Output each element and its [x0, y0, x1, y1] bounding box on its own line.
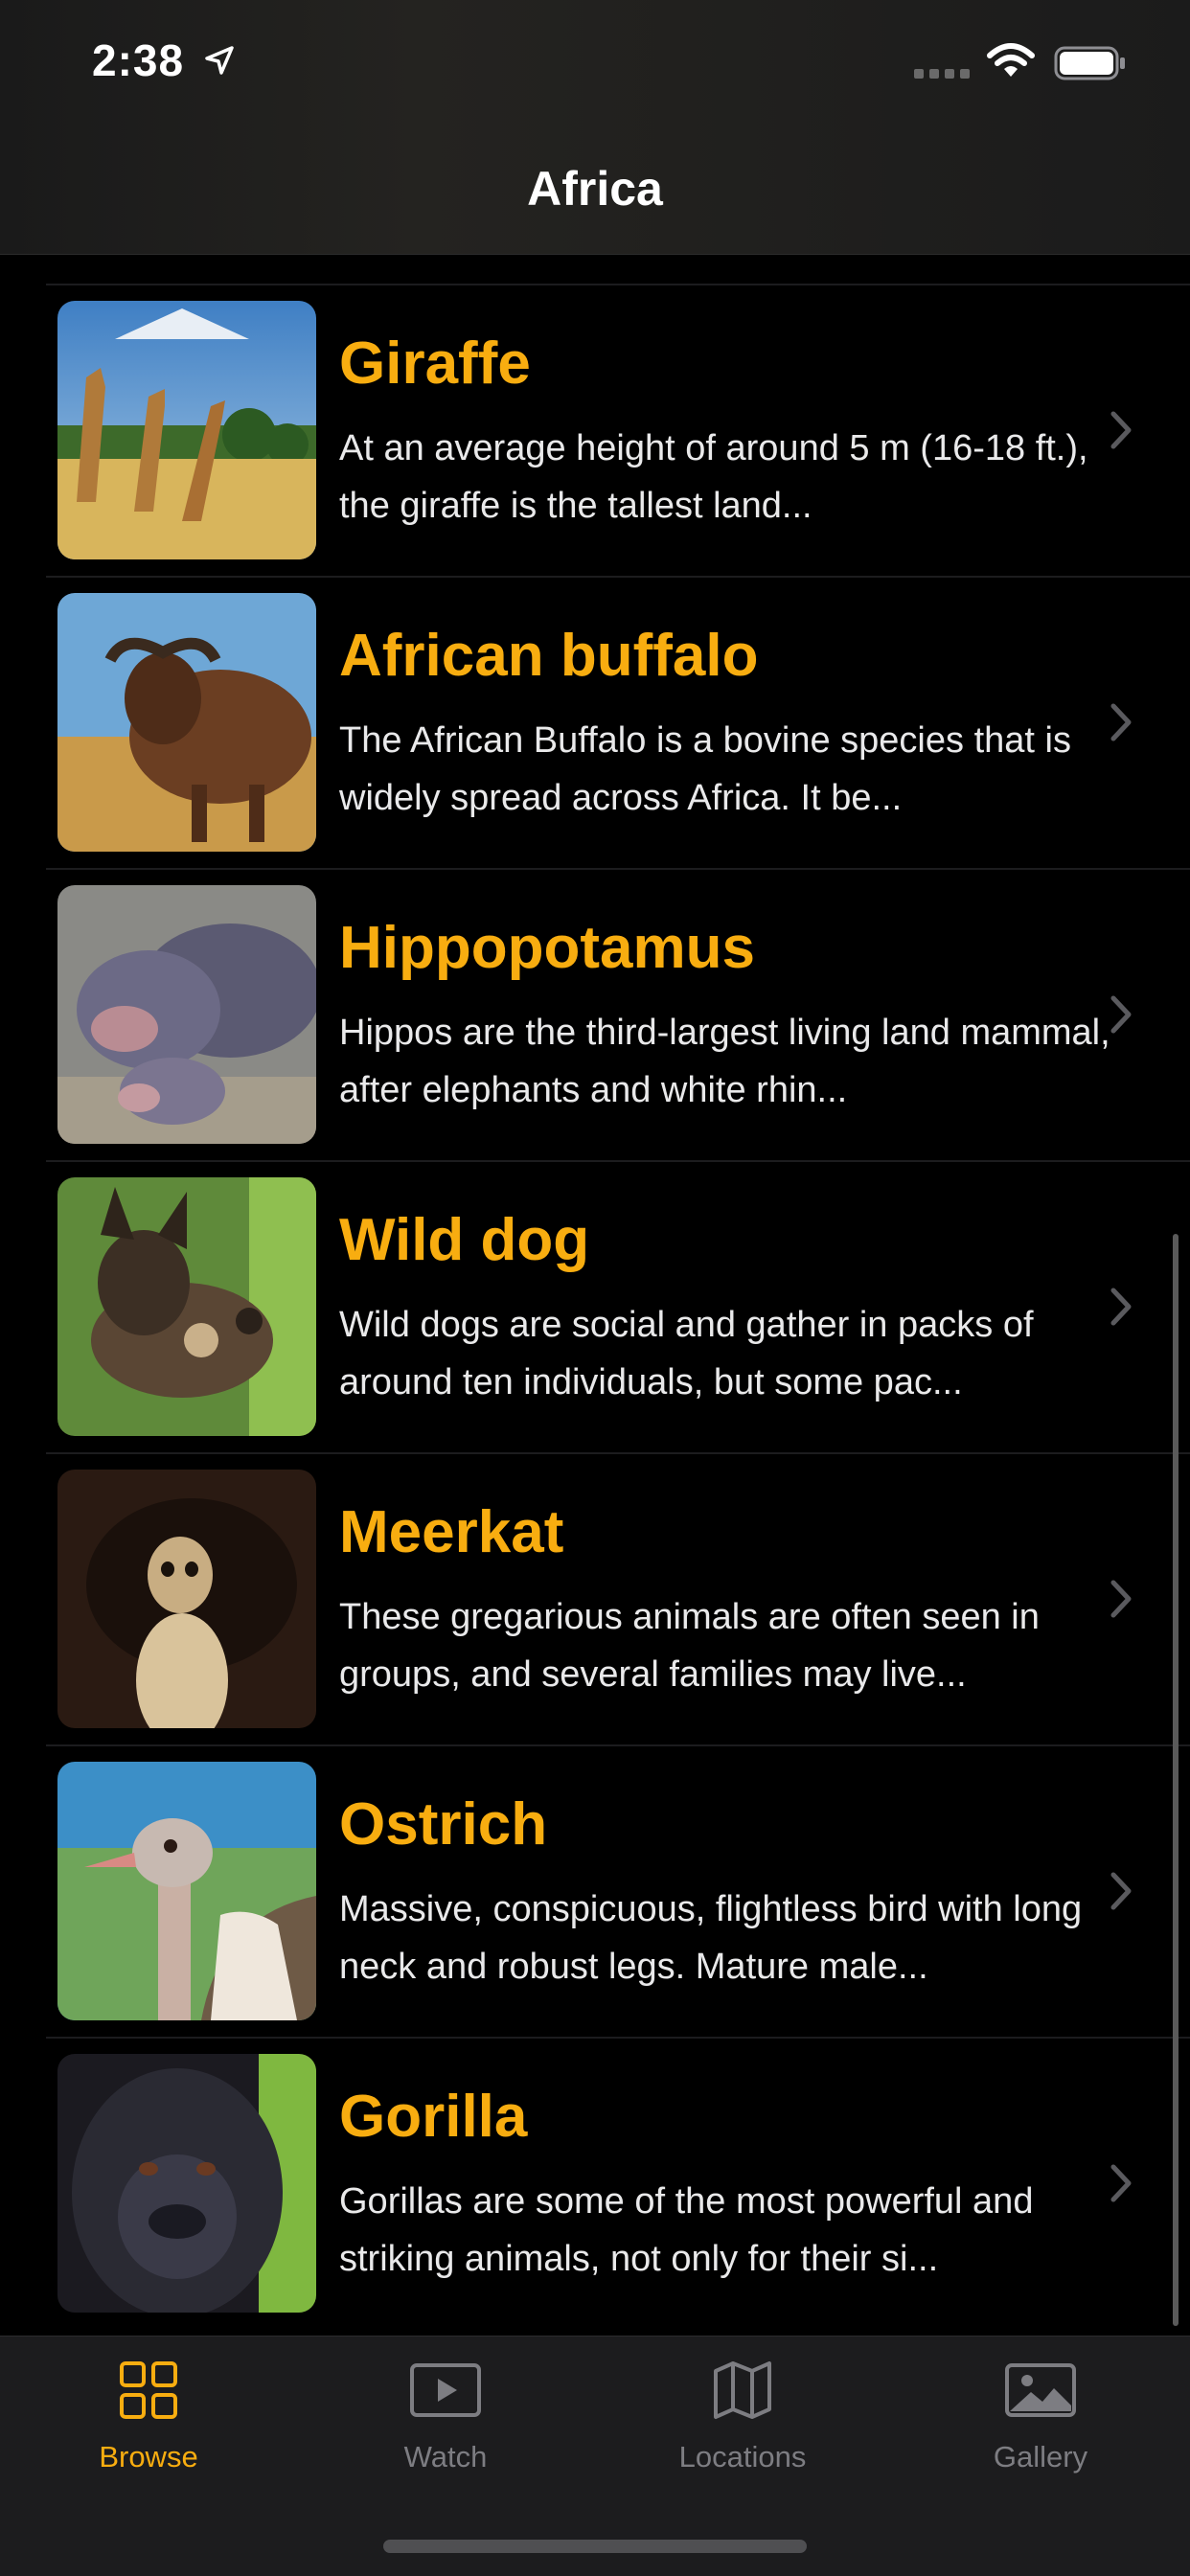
list-item[interactable]: Ostrich Massive, conspicuous, flightless… [46, 1744, 1190, 2039]
gorilla-photo [57, 2054, 316, 2313]
list-item[interactable]: Gorilla Gorillas are some of the most po… [46, 2037, 1190, 2331]
tab-label: Watch [403, 2440, 488, 2473]
tab-label: Browse [99, 2440, 198, 2473]
chevron-right-icon [1110, 995, 1132, 1034]
ostrich-photo [57, 1762, 316, 2020]
list-item[interactable]: Giraffe At an average height of around 5… [46, 284, 1190, 578]
status-bar: 2:38 [0, 0, 1190, 134]
animal-description: Massive, conspicuous, flightless bird wi… [339, 1889, 1083, 1987]
wild-dog-photo [57, 1177, 316, 1436]
play-icon [410, 2363, 481, 2417]
animal-name: Gorilla [339, 2084, 528, 2150]
tab-label: Locations [678, 2440, 807, 2473]
chevron-right-icon [1110, 1872, 1132, 1910]
tab-browse[interactable]: Browse [34, 2359, 263, 2474]
chevron-right-icon [1110, 1580, 1132, 1618]
animal-name: Meerkat [339, 1499, 564, 1565]
list-item[interactable]: African buffalo The African Buffalo is a… [46, 576, 1190, 870]
page-title: Africa [527, 162, 663, 216]
animal-name: Hippopotamus [339, 915, 755, 981]
animal-name: Giraffe [339, 331, 531, 397]
animal-name: Wild dog [339, 1207, 590, 1273]
tab-gallery[interactable]: Gallery [926, 2359, 1156, 2474]
status-time: 2:38 [92, 35, 185, 85]
animal-description: The African Buffalo is a bovine species … [339, 720, 1071, 818]
scroll-indicator[interactable] [1173, 1234, 1179, 2326]
chevron-right-icon [1110, 411, 1132, 449]
animal-description: These gregarious animals are often seen … [339, 1597, 1040, 1695]
wifi-icon [987, 43, 1035, 77]
hippopotamus-photo [57, 885, 316, 1144]
navigation-bar: 2:38 Africa [0, 0, 1190, 255]
animal-list[interactable]: Giraffe At an average height of around 5… [0, 0, 1190, 2337]
list-item[interactable]: Hippopotamus Hippos are the third-larges… [46, 868, 1190, 1162]
giraffe-photo [57, 301, 316, 559]
map-icon [714, 2361, 771, 2419]
grid-icon [120, 2361, 177, 2419]
animal-description: Wild dogs are social and gather in packs… [339, 1305, 1034, 1402]
meerkat-photo [57, 1470, 316, 1728]
animal-description: Hippos are the third-largest living land… [339, 1013, 1110, 1110]
battery-icon [1054, 46, 1125, 80]
tab-locations[interactable]: Locations [628, 2359, 858, 2474]
animal-name: Ostrich [339, 1791, 548, 1858]
list-item[interactable]: Meerkat These gregarious animals are oft… [46, 1452, 1190, 1746]
photo-icon [1005, 2363, 1076, 2417]
location-arrow-icon [205, 46, 234, 75]
animal-description: Gorillas are some of the most powerful a… [339, 2181, 1034, 2279]
animal-name: African buffalo [339, 623, 759, 689]
chevron-right-icon [1110, 2164, 1132, 2202]
list-item[interactable]: Wild dog Wild dogs are social and gather… [46, 1160, 1190, 1454]
african-buffalo-photo [57, 593, 316, 852]
chevron-right-icon [1110, 703, 1132, 741]
chevron-right-icon [1110, 1288, 1132, 1326]
animal-description: At an average height of around 5 m (16-1… [339, 428, 1088, 526]
tab-watch[interactable]: Watch [331, 2359, 561, 2474]
tab-label: Gallery [993, 2440, 1088, 2473]
home-indicator[interactable] [383, 2540, 807, 2553]
cellular-signal-icon [914, 69, 970, 79]
tab-bar: Browse Watch Locations Gallery [0, 2336, 1190, 2576]
